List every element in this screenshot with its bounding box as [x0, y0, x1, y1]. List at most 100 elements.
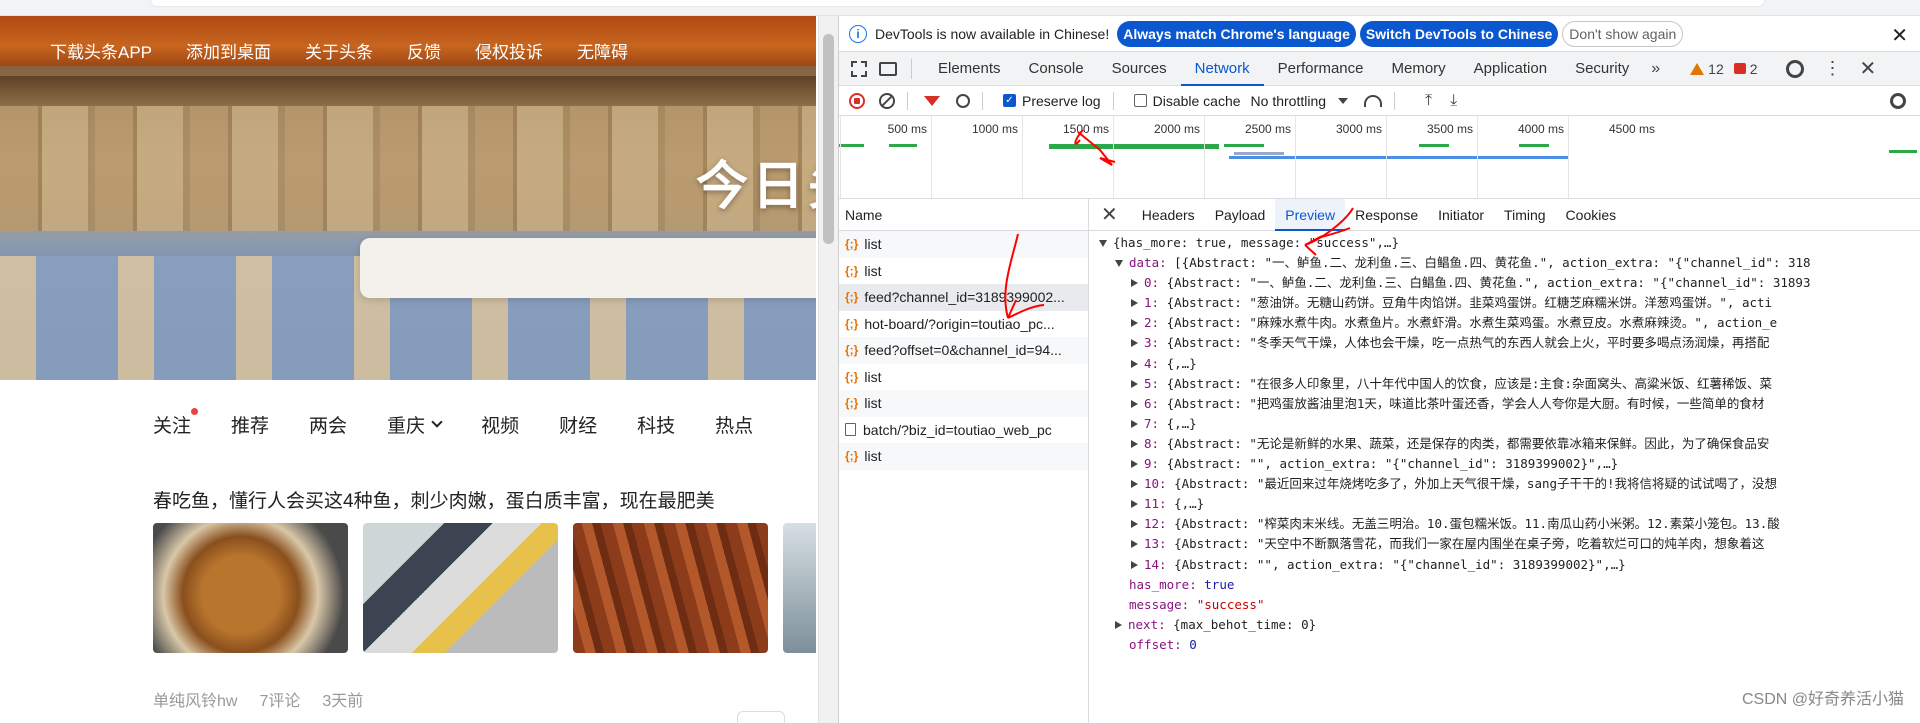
scrollbar-thumb[interactable] — [823, 34, 834, 244]
tree-line[interactable]: 5: {Abstract: "在很多人印象里，八十年代中国人的饮食，应该是:主食… — [1089, 374, 1920, 394]
timeline-tick-label: 2000 ms — [1153, 122, 1200, 136]
inspect-element-icon[interactable] — [851, 60, 867, 77]
throttling-select[interactable]: No throttling — [1251, 93, 1349, 109]
article-author[interactable]: 单纯风铃hw — [153, 687, 237, 711]
tree-line[interactable]: 11: {,…} — [1089, 494, 1920, 514]
close-detail-icon[interactable]: ✕ — [1101, 202, 1118, 227]
devtools-tab[interactable]: Memory — [1378, 52, 1460, 86]
channel-tab[interactable]: 重庆 — [387, 411, 443, 438]
channel-tab[interactable]: 热点 — [715, 411, 753, 438]
more-tabs-icon[interactable]: » — [1651, 60, 1660, 78]
request-row[interactable]: {;} feed?channel_id=3189399002... — [839, 284, 1088, 311]
top-nav-link[interactable]: 添加到桌面 — [186, 38, 271, 63]
tree-line[interactable]: message: "success" — [1089, 595, 1920, 615]
tree-line[interactable]: {has_more: true, message: "success",…} — [1089, 233, 1920, 253]
name-column-header[interactable]: Name — [839, 199, 1088, 231]
tree-line[interactable]: 12: {Abstract: "榨菜肉末米线。无盖三明治。10.蛋包糯米饭。11… — [1089, 514, 1920, 534]
tree-line[interactable]: 3: {Abstract: "冬季天气干燥，人体也会干燥，吃一点热气的东西人就会… — [1089, 333, 1920, 353]
tree-line[interactable]: 8: {Abstract: "无论是新鲜的水果、蔬菜，还是保存的肉类，都需要依靠… — [1089, 434, 1920, 454]
channel-tab[interactable]: 财经 — [559, 411, 597, 438]
switch-to-chinese-button[interactable]: Switch DevTools to Chinese — [1359, 20, 1559, 47]
errors-badge[interactable]: 2 — [1733, 61, 1758, 77]
import-har-icon[interactable]: ⤒ — [1425, 92, 1432, 110]
devtools-tab[interactable]: Security — [1561, 52, 1643, 86]
tree-line[interactable]: 9: {Abstract: "", action_extra: "{"chann… — [1089, 454, 1920, 474]
top-nav-link[interactable]: 无障碍 — [577, 38, 628, 63]
request-row[interactable]: {;} hot-board/?origin=toutiao_pc... — [839, 311, 1088, 338]
devtools-tab[interactable]: Performance — [1264, 52, 1378, 86]
devtools-tab[interactable]: Sources — [1098, 52, 1181, 86]
tree-line[interactable]: 6: {Abstract: "把鸡蛋放酱油里泡1天，味道比茶叶蛋还香，学会人人夸… — [1089, 394, 1920, 414]
thumbnail-4[interactable] — [783, 523, 816, 653]
kebab-menu-icon[interactable]: ⋮ — [1824, 58, 1842, 79]
article-comments[interactable]: 7评论 — [259, 687, 300, 711]
tree-line[interactable]: 2: {Abstract: "麻辣水煮牛肉。水煮鱼片。水煮虾滑。水煮生菜鸡蛋。水… — [1089, 313, 1920, 333]
settings-gear-icon[interactable] — [1785, 59, 1804, 78]
tree-line[interactable]: data: [{Abstract: "一、鲈鱼.二、龙利鱼.三、白鲳鱼.四、黄花… — [1089, 253, 1920, 273]
devtools-tab[interactable]: Elements — [924, 52, 1015, 86]
thumbnail-1[interactable] — [153, 523, 348, 653]
detail-tab[interactable]: Headers — [1132, 199, 1205, 231]
top-nav-link[interactable]: 反馈 — [407, 38, 441, 63]
top-nav-link[interactable]: 下载头条APP — [50, 38, 152, 63]
channel-tab[interactable]: 关注 — [153, 408, 199, 438]
export-har-icon[interactable]: ⤓ — [1450, 92, 1457, 110]
network-overview-timeline[interactable]: 500 ms 1000 ms 1500 ms 2000 ms 2500 ms 3000 m… — [839, 116, 1920, 199]
refresh-icon[interactable] — [737, 711, 785, 723]
filter-icon[interactable] — [924, 95, 940, 106]
preserve-log-checkbox[interactable]: ✓ Preserve log — [1003, 93, 1101, 109]
request-name: list — [864, 448, 882, 465]
devtools-tab[interactable]: Application — [1460, 52, 1561, 86]
tree-line[interactable]: 0: {Abstract: "一、鲈鱼.二、龙利鱼.三、白鲳鱼.四、黄花鱼.",… — [1089, 273, 1920, 293]
address-bar[interactable] — [150, 0, 1765, 7]
thumbnail-2[interactable] — [363, 523, 558, 653]
tree-line[interactable]: 13: {Abstract: "天空中不断飘落雪花，而我们一家在屋内围坐在桌子旁… — [1089, 534, 1920, 554]
request-row[interactable]: {;} list — [839, 258, 1088, 285]
tree-line[interactable]: 10: {Abstract: "最近回来过年烧烤吃多了，外加上天气很干燥，san… — [1089, 474, 1920, 494]
page-scrollbar[interactable] — [818, 16, 838, 723]
tree-line[interactable]: has_more: true — [1089, 575, 1920, 595]
request-row[interactable]: {;} list — [839, 443, 1088, 470]
channel-tab[interactable]: 视频 — [481, 411, 519, 438]
request-row[interactable]: {;} list — [839, 231, 1088, 258]
devtools-tab[interactable]: Network — [1180, 52, 1264, 86]
channel-tab[interactable]: 两会 — [309, 411, 347, 438]
tree-line[interactable]: next: {max_behot_time: 0} — [1089, 615, 1920, 635]
article-thumbnails[interactable] — [153, 523, 816, 653]
tree-line[interactable]: 4: {,…} — [1089, 354, 1920, 374]
request-row[interactable]: batch/?biz_id=toutiao_web_pc — [839, 417, 1088, 444]
search-box[interactable] — [360, 238, 816, 298]
detail-tab[interactable]: Cookies — [1556, 199, 1627, 231]
warnings-badge[interactable]: 12 — [1690, 61, 1724, 77]
detail-tab[interactable]: Response — [1345, 199, 1428, 231]
top-nav-link[interactable]: 关于头条 — [305, 38, 373, 63]
search-icon[interactable] — [956, 93, 970, 108]
disable-cache-checkbox[interactable]: Disable cache — [1133, 93, 1241, 109]
close-icon[interactable]: ✕ — [1891, 23, 1908, 48]
detail-tab[interactable]: Preview — [1275, 198, 1346, 231]
thumbnail-3[interactable] — [573, 523, 768, 653]
dont-show-again-button[interactable]: Don't show again — [1562, 20, 1684, 47]
tree-line[interactable]: 14: {Abstract: "", action_extra: "{"chan… — [1089, 555, 1920, 575]
request-row[interactable]: {;} feed?offset=0&channel_id=94... — [839, 337, 1088, 364]
network-conditions-icon[interactable] — [1364, 94, 1383, 107]
detail-tab[interactable]: Timing — [1494, 199, 1556, 231]
close-devtools-icon[interactable]: ✕ — [1860, 56, 1877, 81]
clear-icon[interactable] — [879, 92, 895, 109]
request-row[interactable]: {;} list — [839, 390, 1088, 417]
devtools-tab[interactable]: Console — [1015, 52, 1098, 86]
tree-line[interactable]: offset: 0 — [1089, 635, 1920, 655]
top-nav-link[interactable]: 侵权投诉 — [475, 38, 543, 63]
device-toolbar-icon[interactable] — [879, 61, 897, 76]
match-language-button[interactable]: Always match Chrome's language — [1117, 20, 1356, 47]
detail-tab[interactable]: Initiator — [1428, 199, 1494, 231]
network-settings-icon[interactable] — [1890, 92, 1906, 109]
tree-line[interactable]: 1: {Abstract: "葱油饼。无糖山药饼。豆角牛肉馅饼。韭菜鸡蛋饼。红糖… — [1089, 293, 1920, 313]
channel-tab[interactable]: 科技 — [637, 411, 675, 438]
record-icon[interactable] — [849, 92, 865, 109]
tree-line[interactable]: 7: {,…} — [1089, 414, 1920, 434]
detail-tab[interactable]: Payload — [1205, 199, 1276, 231]
article-title[interactable]: 春吃鱼，懂行人会买这4种鱼，刺少肉嫩，蛋白质丰富，现在最肥美 — [153, 486, 715, 513]
channel-tab[interactable]: 推荐 — [231, 411, 269, 438]
request-row[interactable]: {;} list — [839, 364, 1088, 391]
